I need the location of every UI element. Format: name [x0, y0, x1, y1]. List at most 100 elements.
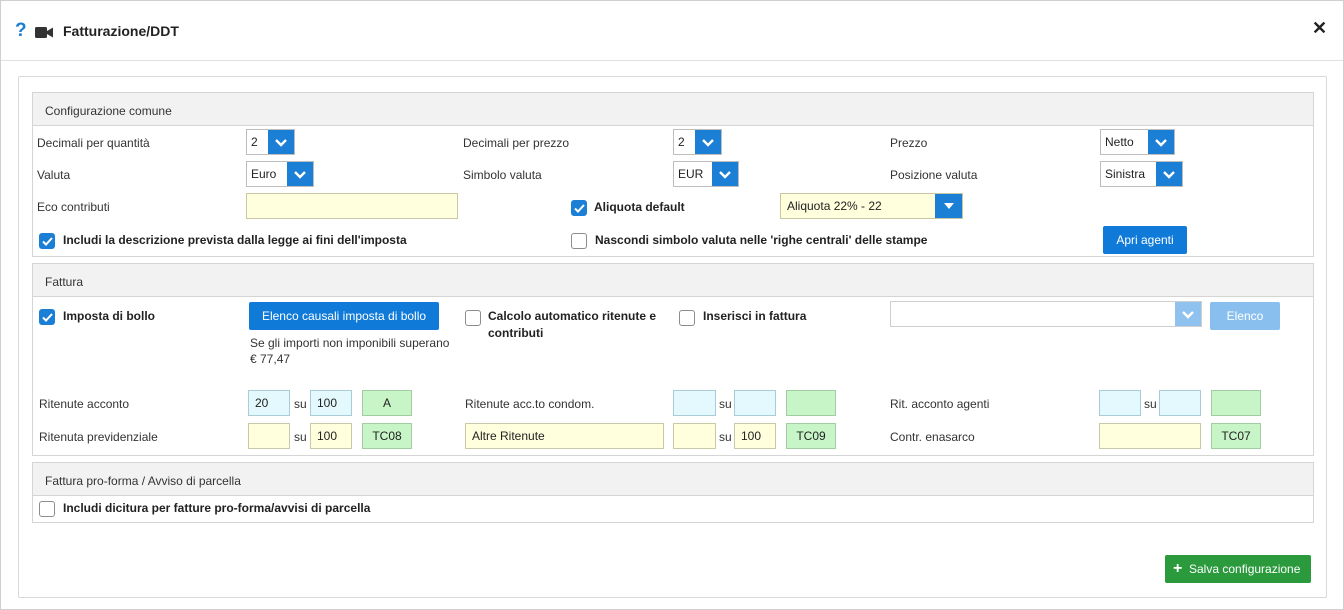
select-value: Sinistra — [1105, 167, 1146, 181]
includi-descrizione-label: Includi la descrizione prevista dalla le… — [63, 233, 407, 247]
ritenuta-previdenziale-label: Ritenuta previdenziale — [39, 430, 158, 444]
imposta-bollo-checkbox[interactable] — [39, 309, 55, 325]
ritenute-acconto-base-input[interactable]: 100 — [310, 390, 352, 416]
calcolo-automatico-checkbox[interactable] — [465, 310, 481, 326]
nascondi-simbolo-label: Nascondi simbolo valuta nelle 'righe cen… — [595, 233, 928, 247]
su-label: su — [719, 397, 732, 411]
decimali-prezzo-select[interactable]: 2 — [673, 129, 722, 155]
bollo-note-line2: € 77,47 — [250, 352, 291, 366]
includi-dicitura-checkbox[interactable] — [39, 501, 55, 517]
rit-agenti-input[interactable] — [1099, 390, 1141, 416]
prezzo-label: Prezzo — [890, 136, 928, 150]
ritenuta-previdenziale-base-input[interactable]: 100 — [310, 423, 352, 449]
section-fattura: Fattura Imposta di bollo Elenco causali … — [32, 263, 1314, 456]
altre-ritenute-code-input[interactable]: TC09 — [786, 423, 836, 449]
select-value: Netto — [1105, 135, 1134, 149]
ritenute-condom-label: Ritenute acc.to condom. — [465, 397, 595, 411]
select-value — [891, 302, 1175, 326]
ritenute-condom-input[interactable] — [673, 390, 716, 416]
close-icon[interactable]: ✕ — [1312, 18, 1327, 39]
section-title: Fattura — [45, 275, 84, 289]
aliquota-default-checkbox[interactable] — [571, 200, 587, 216]
includi-dicitura-label: Includi dicitura per fatture pro-forma/a… — [63, 501, 371, 515]
ritenute-condom-code-input[interactable] — [786, 390, 836, 416]
section-title: Configurazione comune — [45, 104, 172, 118]
ritenute-acconto-code-input[interactable]: A — [362, 390, 412, 416]
decimali-quantita-label: Decimali per quantità — [37, 136, 150, 150]
eco-contributi-label: Eco contributi — [37, 200, 110, 214]
calcolo-automatico-label-line2: contributi — [488, 326, 544, 340]
plus-icon: + — [1173, 560, 1183, 577]
section-proforma: Fattura pro-forma / Avviso di parcella I… — [32, 462, 1314, 523]
aliquota-default-select[interactable]: Aliquota 22% - 22 — [780, 193, 963, 219]
chevron-down-icon[interactable] — [1148, 130, 1174, 154]
simbolo-valuta-label: Simbolo valuta — [463, 168, 542, 182]
contr-enasarco-label: Contr. enasarco — [890, 430, 975, 444]
ritenute-acconto-input[interactable]: 20 — [248, 390, 290, 416]
altre-ritenute-input[interactable] — [673, 423, 716, 449]
posizione-valuta-label: Posizione valuta — [890, 168, 978, 182]
select-value: Euro — [251, 167, 277, 181]
posizione-valuta-select[interactable]: Sinistra — [1100, 161, 1183, 187]
contr-enasarco-code-input[interactable]: TC07 — [1211, 423, 1261, 449]
inserisci-fattura-label: Inserisci in fattura — [703, 309, 807, 323]
check-icon — [42, 237, 53, 246]
section-title: Fattura pro-forma / Avviso di parcella — [45, 474, 241, 488]
calcolo-automatico-label-line1: Calcolo automatico ritenute e — [488, 309, 657, 323]
section-header: Fattura pro-forma / Avviso di parcella — [33, 463, 1313, 496]
imposta-bollo-label: Imposta di bollo — [63, 309, 155, 323]
rit-agenti-base-input[interactable] — [1159, 390, 1201, 416]
chevron-down-icon[interactable] — [1175, 302, 1201, 326]
eco-contributi-input[interactable] — [246, 193, 458, 219]
select-value: EUR — [678, 167, 704, 181]
elenco-causali-button[interactable]: Elenco causali imposta di bollo — [249, 302, 439, 330]
video-camera-icon — [35, 27, 53, 38]
section-header: Fattura — [33, 264, 1313, 297]
inserisci-fattura-select[interactable] — [890, 301, 1202, 327]
caret-down-icon[interactable] — [935, 194, 962, 218]
prezzo-select[interactable]: Netto — [1100, 129, 1175, 155]
chevron-down-icon[interactable] — [287, 162, 313, 186]
select-value: Aliquota 22% - 22 — [787, 199, 882, 213]
check-icon — [42, 313, 53, 322]
chevron-down-icon[interactable] — [695, 130, 721, 154]
salva-configurazione-button[interactable]: + Salva configurazione — [1165, 555, 1311, 583]
modal-dialog: ? Fatturazione/DDT ✕ Configurazione comu… — [0, 0, 1344, 610]
bollo-note-line1: Se gli importi non imponibili superano — [250, 336, 450, 350]
modal-body: Configurazione comune Decimali per quant… — [18, 76, 1327, 598]
valuta-select[interactable]: Euro — [246, 161, 314, 187]
check-icon — [574, 204, 585, 213]
ritenute-condom-base-input[interactable] — [734, 390, 776, 416]
chevron-down-icon[interactable] — [1156, 162, 1182, 186]
su-label: su — [294, 397, 307, 411]
elenco-button[interactable]: Elenco — [1210, 302, 1280, 330]
simbolo-valuta-select[interactable]: EUR — [673, 161, 739, 187]
decimali-prezzo-label: Decimali per prezzo — [463, 136, 570, 150]
includi-descrizione-checkbox[interactable] — [39, 233, 55, 249]
chevron-down-icon[interactable] — [268, 130, 294, 154]
rit-agenti-label: Rit. acconto agenti — [890, 397, 990, 411]
inserisci-fattura-checkbox[interactable] — [679, 310, 695, 326]
ritenute-acconto-label: Ritenute acconto — [39, 397, 130, 411]
su-label: su — [1144, 397, 1157, 411]
rit-agenti-code-input[interactable] — [1211, 390, 1261, 416]
altre-ritenute-label-input[interactable]: Altre Ritenute — [465, 423, 664, 449]
modal-title: Fatturazione/DDT — [63, 23, 179, 39]
contr-enasarco-input[interactable] — [1099, 423, 1201, 449]
altre-ritenute-base-input[interactable]: 100 — [734, 423, 776, 449]
apri-agenti-button[interactable]: Apri agenti — [1103, 226, 1187, 254]
decimali-quantita-select[interactable]: 2 — [246, 129, 295, 155]
section-configurazione-comune: Configurazione comune Decimali per quant… — [32, 92, 1314, 257]
chevron-down-icon[interactable] — [712, 162, 738, 186]
su-label: su — [719, 430, 732, 444]
ritenuta-previdenziale-code-input[interactable]: TC08 — [362, 423, 412, 449]
select-value: 2 — [678, 135, 685, 149]
aliquota-default-label: Aliquota default — [594, 200, 685, 214]
salva-configurazione-label: Salva configurazione — [1189, 562, 1301, 576]
su-label: su — [294, 430, 307, 444]
help-icon[interactable]: ? — [15, 20, 27, 42]
valuta-label: Valuta — [37, 168, 71, 182]
ritenuta-previdenziale-input[interactable] — [248, 423, 290, 449]
modal-header: ? Fatturazione/DDT ✕ — [1, 1, 1343, 61]
nascondi-simbolo-checkbox[interactable] — [571, 233, 587, 249]
